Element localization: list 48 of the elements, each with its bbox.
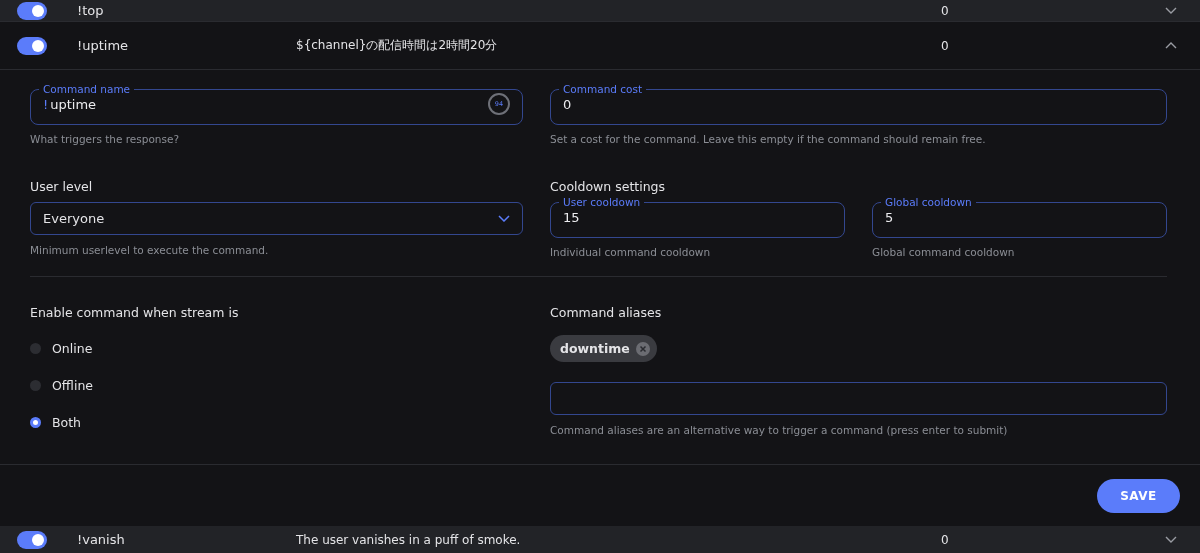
- section-label: Cooldown settings: [550, 179, 667, 194]
- command-count: 0: [941, 38, 950, 53]
- save-button[interactable]: SAVE: [1097, 479, 1180, 513]
- command-response: The user vanishes in a puff of smoke.: [296, 532, 522, 547]
- user-level-dropdown[interactable]: Everyone: [30, 202, 523, 235]
- radio-option[interactable]: Offline: [30, 375, 523, 396]
- command-name: !top: [77, 3, 105, 18]
- command-name: !vanish: [77, 532, 126, 547]
- radio-option[interactable]: Both: [30, 412, 523, 433]
- section-label: User level: [30, 179, 94, 194]
- help-text: Minimum userlevel to execute the command.: [30, 244, 270, 256]
- field-label: User cooldown: [562, 197, 642, 207]
- command-count: 0: [941, 532, 950, 547]
- text-input[interactable]: 5: [885, 209, 1154, 225]
- help-text: Set a cost for the command. Leave this empty if the command should remain free.: [550, 133, 987, 145]
- text-input[interactable]: 15: [563, 209, 832, 225]
- radio-button[interactable]: [30, 380, 41, 391]
- field-label: Command cost: [562, 84, 644, 94]
- text-input[interactable]: 0: [563, 96, 1154, 112]
- alias-input-field[interactable]: [550, 382, 1167, 415]
- chevron-down-icon[interactable]: [1165, 7, 1177, 14]
- chevron-up-icon[interactable]: [1165, 42, 1177, 49]
- chevron-down-icon[interactable]: [1165, 536, 1177, 543]
- section-label: Command aliases: [550, 305, 663, 320]
- chip-label: downtime: [560, 341, 630, 356]
- radio-option[interactable]: Online: [30, 338, 523, 359]
- command-name: !uptime: [77, 38, 130, 53]
- toggle-switch[interactable]: [17, 530, 47, 549]
- global-cooldown-field[interactable]: Global cooldown 5: [872, 197, 1167, 238]
- help-text: Command aliases are an alternative way to trigger a command (press enter to submit): [550, 424, 1009, 436]
- text-input[interactable]: uptime: [50, 96, 486, 112]
- section-label: Enable command when stream is: [30, 305, 240, 320]
- toggle-switch[interactable]: [17, 1, 47, 20]
- remove-icon[interactable]: [635, 341, 650, 356]
- radio-button[interactable]: [30, 343, 41, 354]
- field-label: Command name: [42, 84, 132, 94]
- toggle-switch[interactable]: [17, 36, 47, 55]
- prefix-text: !: [43, 96, 49, 112]
- radio-button[interactable]: [30, 417, 41, 428]
- chevron-down-icon: [498, 215, 510, 222]
- command-count: 0: [941, 3, 950, 18]
- help-text: Global command cooldown: [872, 246, 1016, 258]
- help-text: Individual command cooldown: [550, 246, 712, 258]
- user-cooldown-field[interactable]: User cooldown 15: [550, 197, 845, 238]
- help-text: What triggers the response?: [30, 133, 181, 145]
- command-response: ${channel}の配信時間は2時間20分: [296, 37, 499, 54]
- command-cost-field[interactable]: Command cost 0: [550, 84, 1167, 125]
- field-label: Global cooldown: [884, 197, 973, 207]
